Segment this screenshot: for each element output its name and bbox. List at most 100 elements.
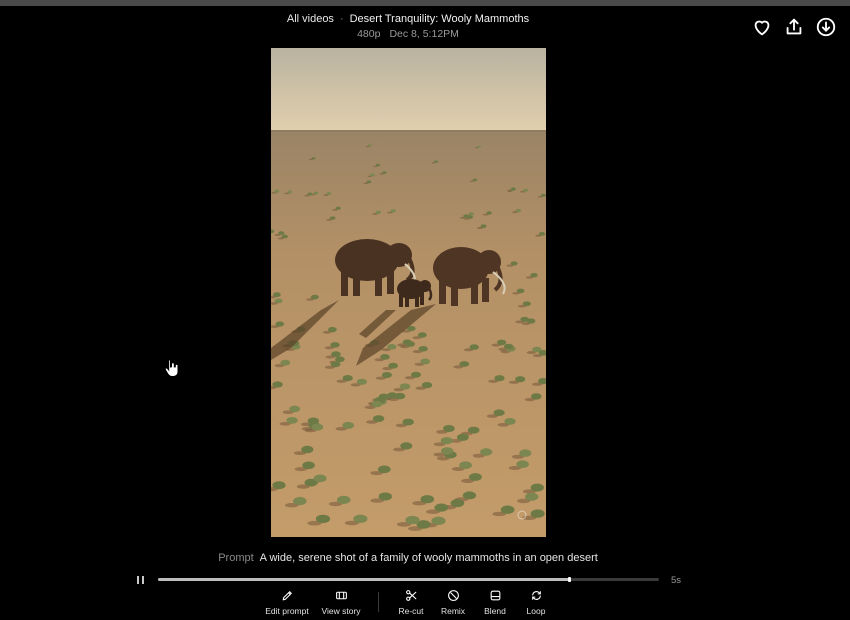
shrub — [450, 499, 465, 508]
progress-fill — [158, 578, 569, 581]
shrub — [399, 383, 411, 390]
shrub — [388, 362, 398, 369]
video-title: Desert Tranquility: Wooly Mammoths — [349, 13, 530, 25]
hand-cursor-icon — [164, 359, 179, 377]
desert-ground — [271, 130, 546, 537]
shrub — [459, 461, 472, 470]
window-top-bar — [0, 0, 850, 6]
shrub — [494, 375, 505, 382]
shrub — [530, 483, 544, 492]
remix-button[interactable]: Remix — [438, 589, 468, 617]
shrub — [307, 192, 313, 196]
recut-label: Re-cut — [398, 606, 424, 616]
sky — [271, 48, 546, 132]
shrub — [382, 171, 387, 174]
shrub — [381, 372, 392, 378]
shrub — [402, 418, 414, 426]
shrub — [310, 294, 319, 300]
blend-label: Blend — [484, 606, 506, 616]
shrub — [272, 481, 286, 490]
shrub — [516, 460, 529, 469]
shrub — [329, 216, 336, 220]
shrub — [431, 516, 446, 525]
shrub — [463, 214, 469, 218]
shrub — [336, 495, 351, 504]
recut-button[interactable]: Re-cut — [395, 589, 427, 617]
video-player[interactable] — [271, 48, 546, 537]
breadcrumb: All videos · Desert Tranquility: Wooly Mam… — [0, 13, 816, 25]
video-meta: 480p Dec 8, 5:12PM — [0, 28, 816, 40]
all-videos-link[interactable]: All videos — [287, 13, 334, 25]
shrub — [469, 344, 479, 350]
remix-icon — [447, 590, 459, 601]
shrub — [520, 316, 529, 322]
blend-button[interactable]: Blend — [480, 589, 510, 617]
shrub — [390, 209, 396, 213]
storyboard-icon — [335, 591, 347, 600]
view-story-button[interactable]: View story — [318, 589, 364, 617]
shrub — [530, 509, 545, 518]
shrub — [377, 465, 391, 474]
shrub — [405, 515, 420, 525]
shrub — [311, 423, 324, 431]
shrub — [493, 409, 505, 417]
duration-label: 5s — [671, 575, 682, 586]
shrub — [375, 210, 382, 214]
shrub — [287, 190, 293, 194]
shrub — [372, 415, 385, 422]
shrub — [353, 514, 368, 523]
shrub — [342, 375, 353, 382]
action-toolbar: Edit prompt View story Re-cut Remix Blen… — [0, 589, 850, 617]
prompt-line: Prompt A wide, serene shot of a family of… — [0, 552, 816, 564]
heart-icon[interactable] — [751, 16, 773, 38]
shrub — [510, 261, 518, 266]
shrub — [313, 191, 319, 195]
scissors-icon — [405, 590, 416, 601]
shrub — [519, 449, 532, 457]
shrub — [335, 206, 341, 210]
shrub — [515, 208, 521, 213]
shrub — [420, 495, 435, 504]
shrub — [441, 447, 454, 455]
shrub — [421, 382, 433, 389]
shrub — [523, 188, 529, 192]
share-icon[interactable] — [783, 16, 805, 38]
shrub — [307, 417, 320, 425]
progress-bar[interactable] — [158, 577, 659, 582]
shrub — [457, 433, 469, 441]
shrub — [468, 212, 475, 216]
pause-icon[interactable] — [137, 576, 145, 584]
loop-label: Loop — [526, 606, 546, 616]
shrub — [273, 292, 281, 298]
shrub — [331, 351, 341, 358]
shrub — [531, 393, 542, 400]
shrub — [515, 376, 526, 383]
shrub — [301, 445, 314, 454]
prompt-label: Prompt — [218, 552, 254, 564]
shrub — [394, 392, 406, 400]
edit-prompt-label: Edit prompt — [265, 606, 309, 616]
top-actions — [750, 16, 850, 38]
remix-label: Remix — [440, 606, 466, 616]
shrub — [500, 505, 515, 514]
shrub — [293, 497, 307, 506]
shrub — [459, 361, 470, 367]
shrub — [468, 473, 482, 481]
breadcrumb-separator: · — [339, 13, 344, 25]
shrub — [378, 492, 392, 501]
shrub — [311, 157, 316, 160]
shrub — [387, 344, 397, 350]
progress-thumb[interactable] — [567, 577, 571, 582]
toolbar-divider — [378, 592, 379, 612]
blend-icon — [490, 590, 500, 601]
prompt-text: A wide, serene shot of a family of wooly… — [259, 552, 598, 564]
edit-prompt-button[interactable]: Edit prompt — [262, 589, 312, 617]
shrub — [538, 232, 546, 236]
shrub — [486, 211, 492, 215]
shrub — [480, 448, 493, 456]
download-icon[interactable] — [815, 16, 837, 38]
loop-button[interactable]: Loop — [522, 589, 550, 617]
shrub — [462, 491, 477, 500]
shrub — [418, 346, 428, 352]
shrub — [366, 180, 372, 184]
